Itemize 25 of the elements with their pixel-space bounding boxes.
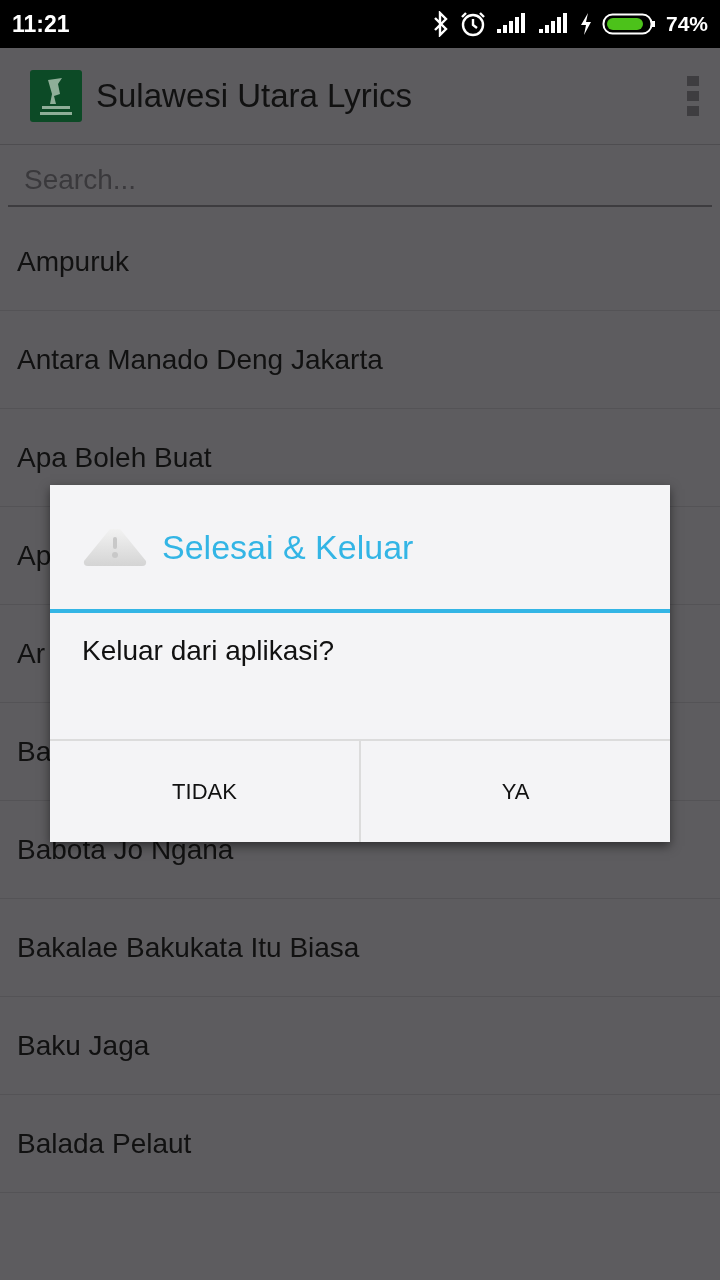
app-title: Sulawesi Utara Lyrics	[96, 77, 414, 115]
warning-icon	[82, 527, 148, 567]
charging-icon	[579, 13, 592, 35]
dialog-button[interactable]: YA	[359, 741, 670, 842]
alarm-icon	[459, 11, 486, 37]
status-time: 11:21	[12, 10, 71, 38]
dialog-button[interactable]: TIDAK	[50, 741, 359, 842]
song-item[interactable]: Baku Jaga	[17, 1029, 150, 1062]
dialog-title: Selesai & Keluar	[162, 527, 414, 567]
song-item[interactable]: Antara Manado Deng Jakarta	[17, 343, 383, 376]
song-item[interactable]: Ar	[17, 637, 45, 670]
app-logo-icon	[30, 70, 82, 122]
signal-icon	[495, 13, 528, 35]
battery-icon	[601, 12, 656, 36]
song-item[interactable]: Balada Pelaut	[17, 1127, 192, 1160]
song-item[interactable]: Ba	[17, 735, 52, 768]
song-item[interactable]: Ampuruk	[17, 245, 130, 278]
battery-percent: 74%	[665, 12, 708, 36]
overflow-menu-icon[interactable]	[686, 75, 700, 117]
dialog-message: Keluar dari aplikasi?	[50, 613, 670, 741]
bluetooth-icon	[431, 11, 450, 37]
song-item[interactable]: Ap	[17, 539, 52, 572]
song-item[interactable]: Bakalae Bakukata Itu Biasa	[17, 931, 360, 964]
song-item[interactable]: Apa Boleh Buat	[17, 441, 212, 474]
signal-icon	[537, 13, 570, 35]
